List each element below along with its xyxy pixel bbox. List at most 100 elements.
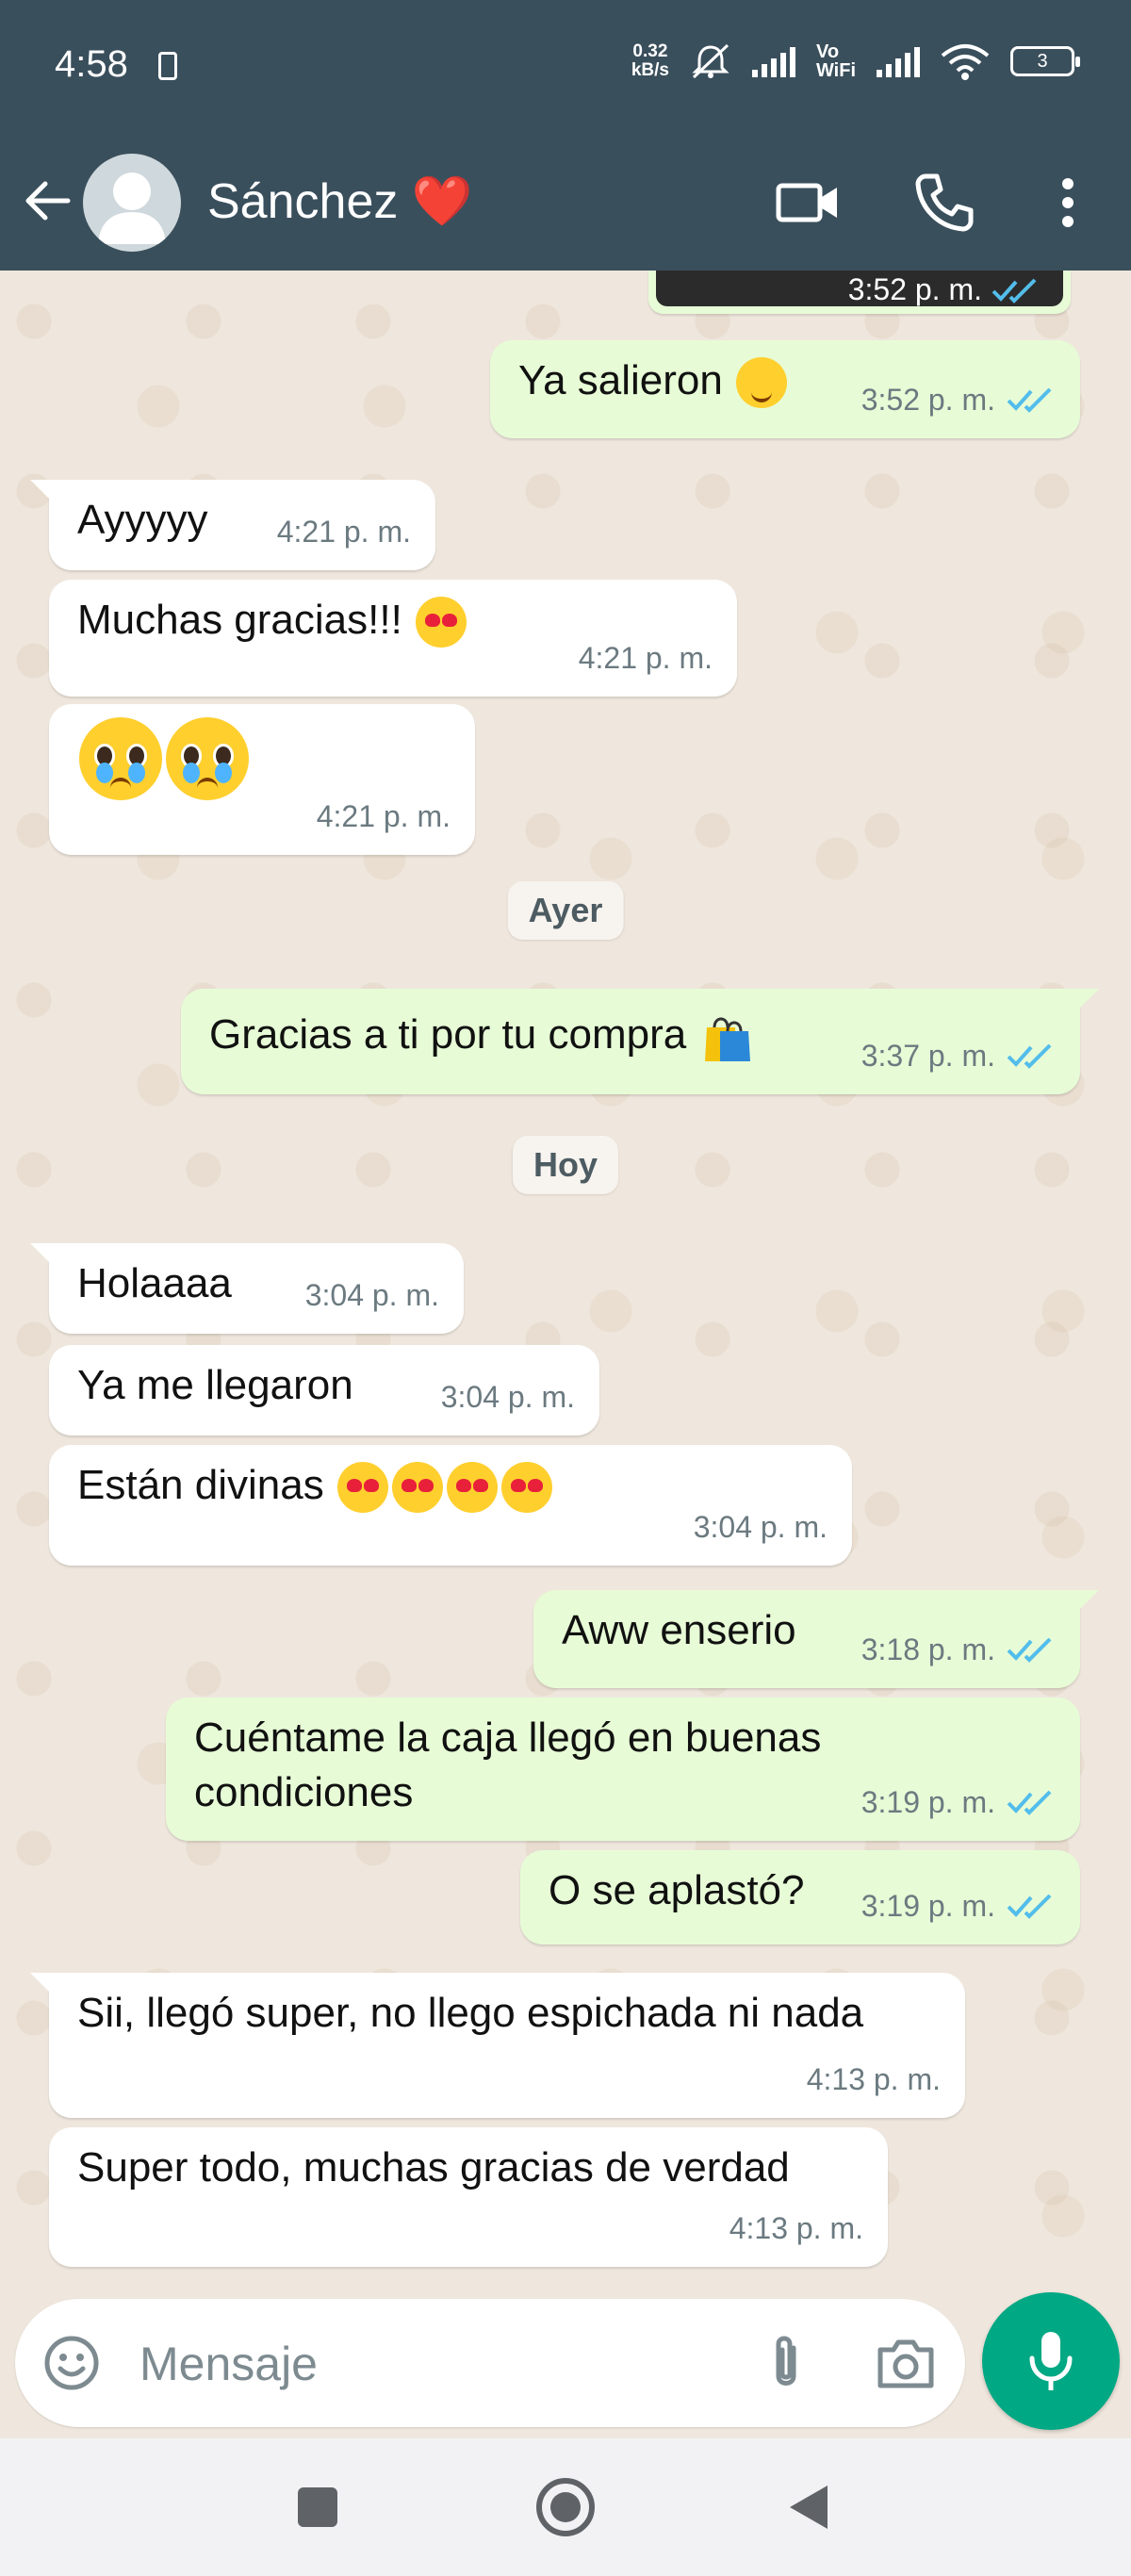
battery-icon: 3 — [1010, 46, 1080, 76]
network-speed-unit: kB/s — [631, 60, 669, 80]
message-bubble-incoming[interactable]: 4:21 p. m. — [49, 704, 475, 855]
message-bubble-incoming[interactable]: Ayyyyy 4:21 p. m. — [30, 480, 435, 570]
emoji-tear — [183, 763, 200, 783]
contact-name[interactable]: Sánchez ❤️ — [207, 172, 473, 230]
message-time: 4:13 p. m. — [729, 2211, 863, 2245]
message-bubble-outgoing[interactable]: Ya salieron 3:52 p. m. — [490, 340, 1080, 438]
message-text: Ayyyyy — [77, 497, 208, 543]
back-nav-icon[interactable] — [779, 2476, 841, 2538]
mic-button[interactable] — [982, 2292, 1120, 2430]
emoji-eye — [455, 1479, 471, 1493]
heart-eyes-emoji-icon — [446, 1462, 498, 1514]
message-time: 3:18 p. m. — [861, 1633, 995, 1666]
message-text: Holaaaa — [77, 1260, 232, 1306]
composer — [0, 2288, 1131, 2438]
emoji-eye — [401, 1479, 417, 1493]
pleading-face-emoji-icon — [166, 717, 249, 800]
date-chip: Hoy — [512, 1136, 619, 1194]
message-time: 3:04 p. m. — [304, 1278, 439, 1312]
message-meta: 3:52 p. m. — [861, 372, 1054, 427]
shopping-bags-icon — [705, 1017, 751, 1062]
message-bubble-incoming[interactable]: Sii, llegó super, no llego espichada ni … — [30, 1973, 965, 2118]
back-arrow-icon[interactable] — [19, 172, 75, 229]
message-bubble-outgoing[interactable]: Aww enserio 3:18 p. m. — [533, 1590, 1099, 1688]
avatar-icon — [98, 172, 166, 244]
home-icon[interactable] — [532, 2473, 599, 2541]
video-call-icon[interactable] — [773, 167, 844, 238]
message-bubble-outgoing[interactable]: Gracias a ti por tu compra 3:37 p. m. — [181, 989, 1099, 1094]
message-meta: 3:52 p. m. — [848, 272, 1039, 307]
image-message[interactable]: 3:52 p. m. — [648, 271, 1071, 314]
message-text: Muchas gracias!!! — [77, 597, 402, 643]
avatar[interactable] — [83, 154, 181, 252]
read-ticks-icon — [1007, 1043, 1052, 1069]
message-meta: 3:37 p. m. — [861, 1028, 1054, 1083]
voice-call-icon[interactable] — [909, 167, 980, 238]
emoji-eye — [425, 614, 441, 628]
emoji-icon[interactable] — [41, 2333, 102, 2393]
message-meta: 4:21 p. m. — [317, 789, 451, 844]
emoji-tear — [96, 763, 113, 783]
heart-eyes-emoji-icon — [336, 1462, 388, 1514]
read-ticks-icon — [992, 278, 1037, 304]
network-speed-value: 0.32 — [632, 41, 668, 61]
attach-icon[interactable] — [756, 2331, 816, 2395]
message-time: 3:37 p. m. — [861, 1039, 995, 1073]
message-time: 4:13 p. m. — [806, 2062, 941, 2096]
message-text: Están divinas — [77, 1462, 324, 1508]
recent-apps-icon[interactable] — [287, 2476, 349, 2538]
message-bubble-incoming[interactable]: Super todo, muchas gracias de verdad 4:1… — [49, 2127, 888, 2267]
message-input-container — [15, 2299, 965, 2427]
message-text: Ya me llegaron — [77, 1362, 353, 1408]
emoji-mouth — [110, 778, 131, 791]
system-nav-bar — [0, 2438, 1131, 2576]
battery-level: 3 — [1037, 51, 1048, 72]
message-time: 4:21 p. m. — [578, 641, 713, 675]
message-meta: 3:04 p. m. — [694, 1500, 828, 1554]
message-bubble-incoming[interactable]: Holaaaa 3:04 p. m. — [30, 1243, 464, 1334]
smiling-blush-emoji-icon — [736, 357, 788, 409]
message-time: 4:21 p. m. — [316, 799, 451, 833]
status-time: 4:58 — [55, 43, 128, 85]
message-meta: 3:04 p. m. — [305, 1268, 439, 1322]
message-text: Gracias a ti por tu compra — [209, 1011, 687, 1058]
emoji-eye — [527, 1479, 543, 1493]
message-time: 3:19 p. m. — [861, 1889, 995, 1923]
message-text: Cuéntame la caja llegó en buenas condici… — [194, 1715, 822, 1815]
heart-eyes-emoji-icon — [391, 1462, 443, 1514]
message-bubble-outgoing[interactable]: Cuéntame la caja llegó en buenas condici… — [166, 1698, 1080, 1841]
emoji-mouth — [751, 389, 772, 403]
camera-icon[interactable] — [873, 2333, 939, 2393]
chat-area[interactable]: 3:52 p. m. Ya salieron 3:52 p. m. Ayyyyy… — [0, 271, 1131, 2288]
message-text: Ya salieron — [518, 357, 723, 403]
message-time: 4:21 p. m. — [276, 515, 411, 549]
heart-eyes-emoji-icon — [500, 1462, 552, 1514]
emoji-tear — [128, 763, 145, 783]
emoji-eye — [346, 1479, 362, 1493]
message-input[interactable] — [138, 2325, 707, 2403]
status-bar: 4:58 0.32 kB/s Vo WiFi 3 — [0, 0, 1131, 135]
mic-icon — [1029, 2332, 1073, 2390]
message-meta: 4:13 p. m. — [807, 2052, 941, 2107]
heart-eyes-emoji-icon — [416, 597, 467, 648]
emoji-mouth — [197, 778, 218, 791]
chat-header: Sánchez ❤️ — [0, 135, 1131, 271]
message-meta: 3:19 p. m. — [861, 1775, 1054, 1829]
message-text: Super todo, muchas gracias de verdad — [77, 2144, 790, 2190]
battery-saver-icon — [158, 52, 177, 80]
message-time: 3:19 p. m. — [861, 1785, 995, 1819]
vowifi-line2: WiFi — [815, 60, 856, 81]
more-options-icon[interactable] — [1037, 167, 1099, 238]
message-bubble-incoming[interactable]: Ya me llegaron 3:04 p. m. — [49, 1345, 599, 1436]
message-text: O se aplastó? — [549, 1867, 805, 1913]
image-thumbnail[interactable]: 3:52 p. m. — [656, 271, 1063, 306]
message-bubble-incoming[interactable]: Están divinas 3:04 p. m. — [49, 1445, 852, 1566]
signal-icon-2 — [877, 45, 920, 77]
message-bubble-incoming[interactable]: Muchas gracias!!! 4:21 p. m. — [49, 580, 737, 697]
message-meta: 4:21 p. m. — [277, 504, 411, 559]
message-text: Aww enserio — [562, 1607, 796, 1653]
message-bubble-outgoing[interactable]: O se aplastó? 3:19 p. m. — [520, 1850, 1080, 1944]
pleading-face-emoji-icon — [79, 717, 162, 800]
read-ticks-icon — [1007, 1637, 1052, 1663]
vowifi-label: Vo WiFi — [816, 42, 856, 80]
